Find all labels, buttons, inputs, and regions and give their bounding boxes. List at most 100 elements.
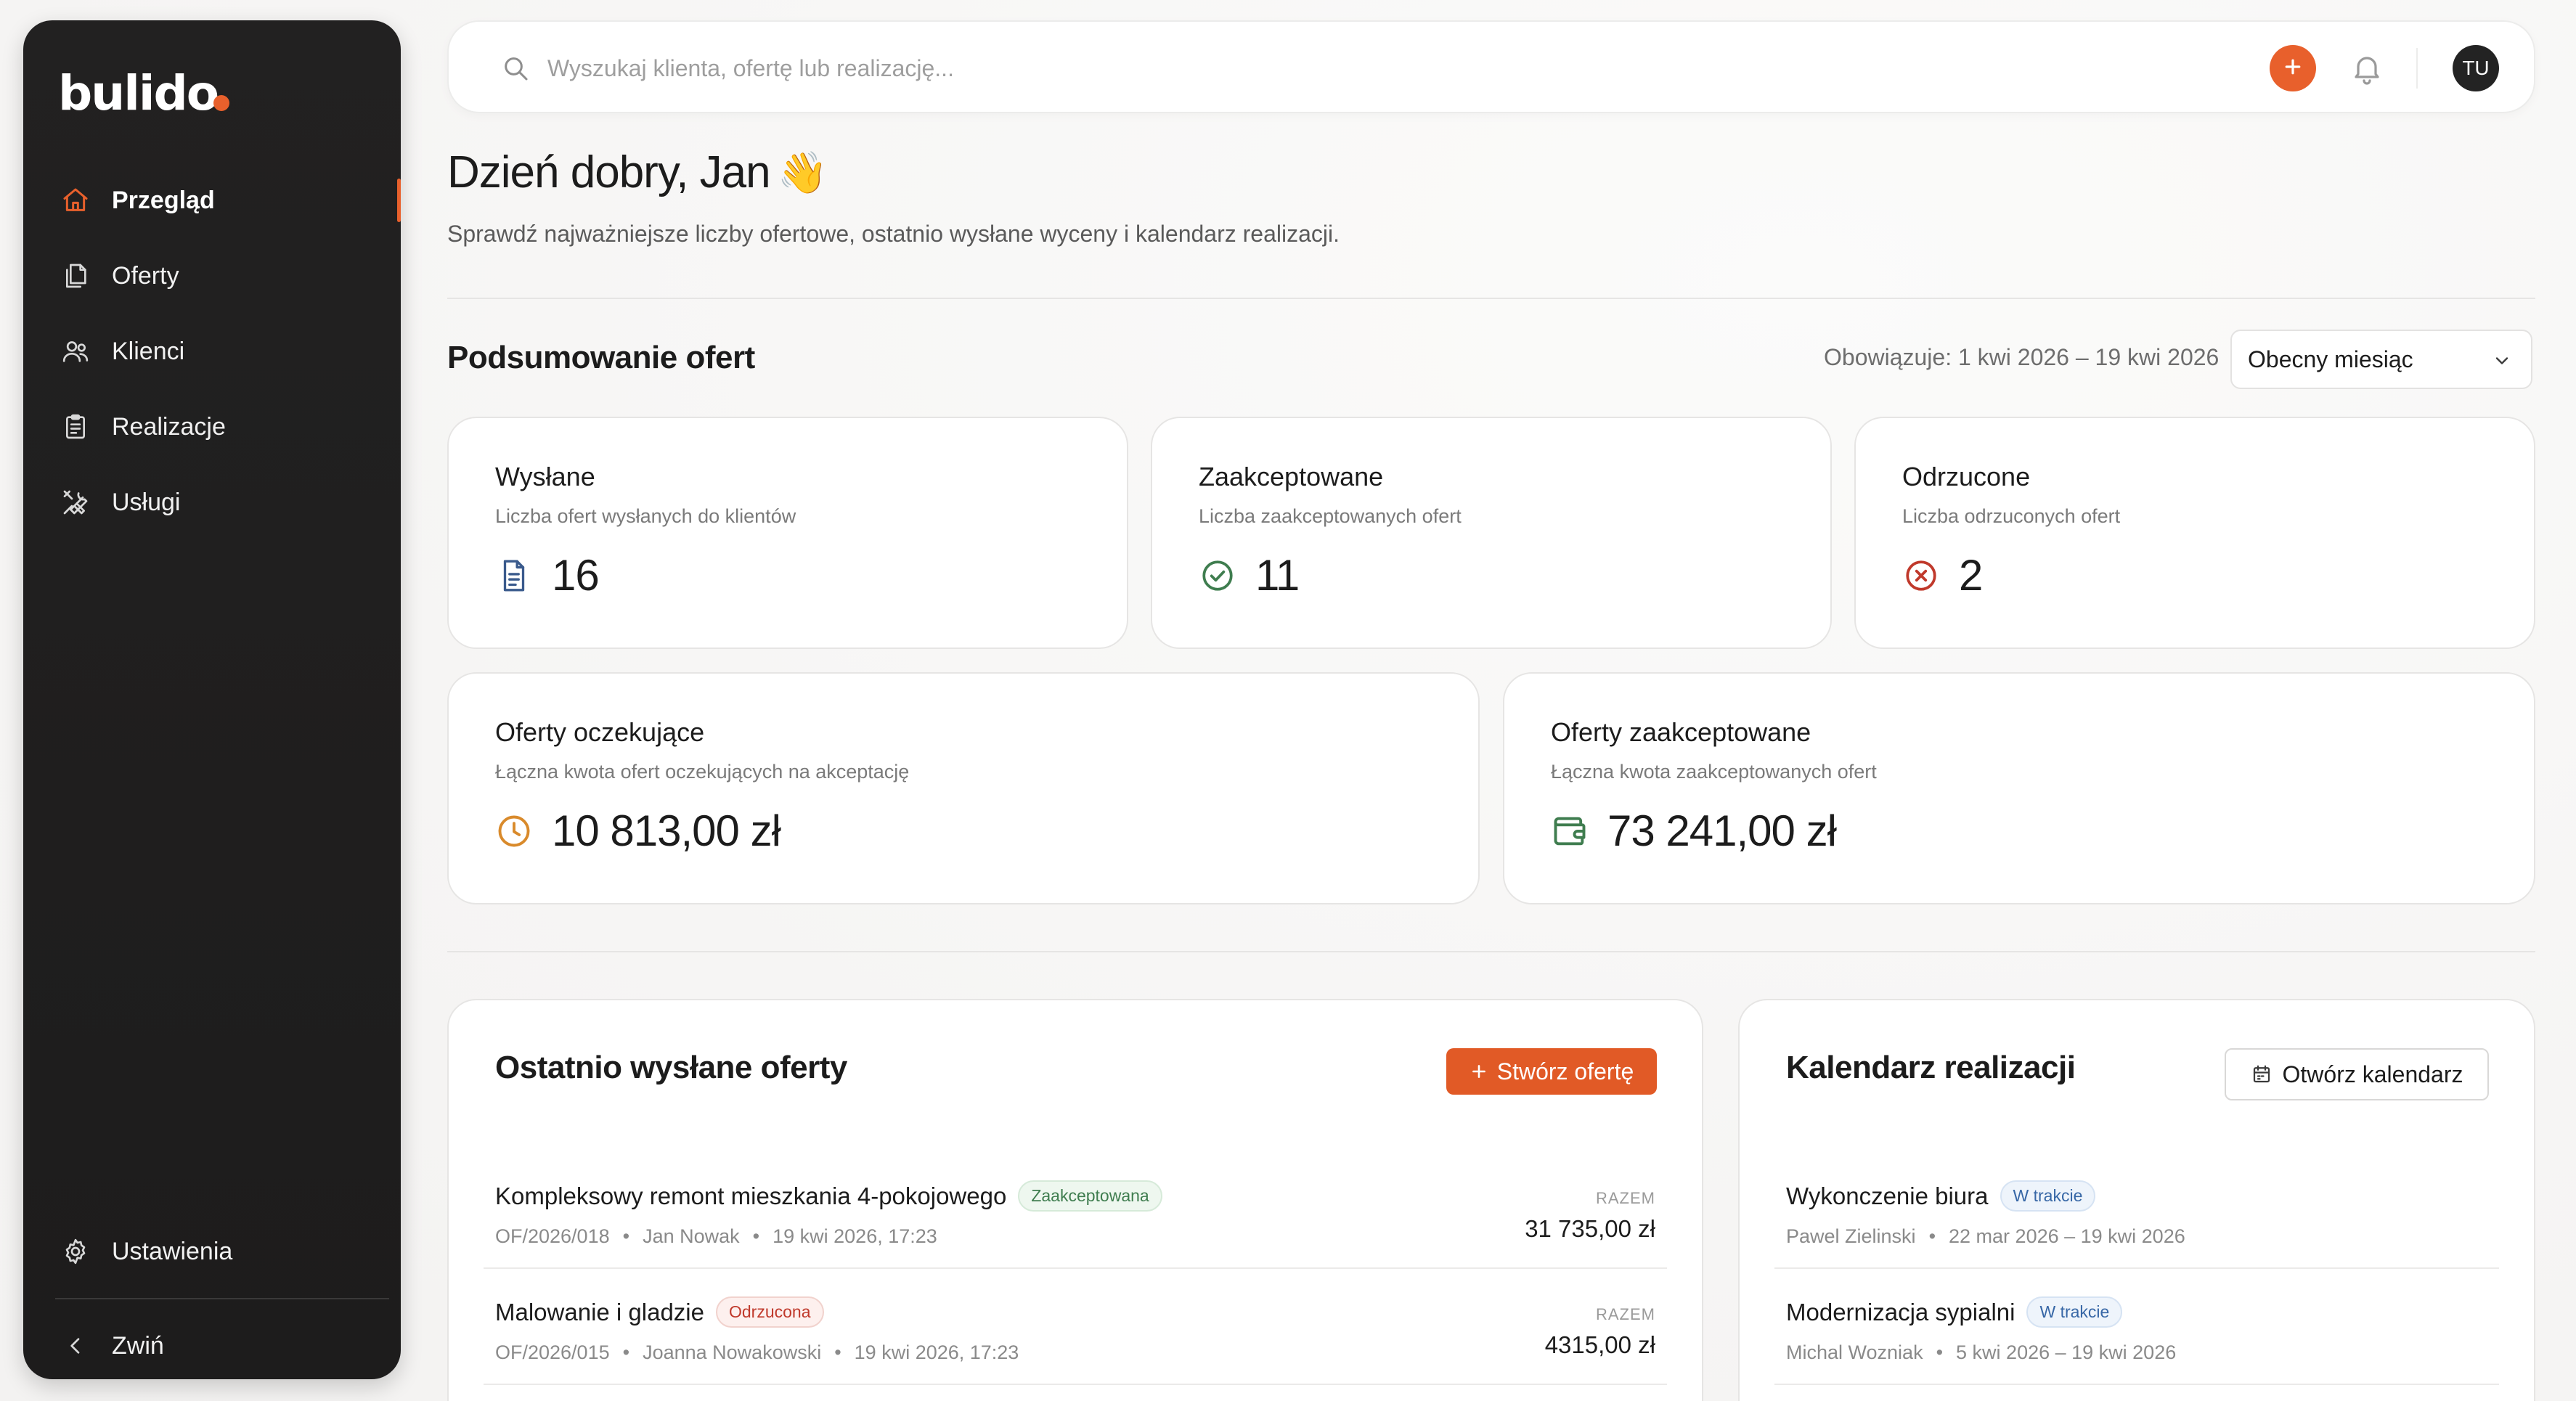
card-desc: Liczba ofert wysłanych do klientów	[495, 505, 796, 527]
open-calendar-button[interactable]: Otwórz kalendarz	[2225, 1048, 2489, 1100]
stat-card-accepted[interactable]: Zaakceptowane Liczba zaakceptowanych ofe…	[1151, 417, 1832, 649]
card-title: Odrzucone	[1902, 462, 2031, 491]
row-divider	[1774, 1384, 2499, 1385]
calendar-item-title-line: Modernizacja sypialni W trakcie	[1786, 1296, 2123, 1328]
summary-period: Obowiązuje: 1 kwi 2026 – 19 kwi 2026	[1824, 344, 2220, 370]
card-value: 16	[552, 551, 600, 600]
sidebar-divider	[55, 1298, 389, 1299]
documents-icon	[60, 260, 91, 292]
sidebar-item-przeglad[interactable]: Przegląd	[23, 163, 401, 238]
search-icon	[501, 54, 530, 83]
sidebar-item-realizacje[interactable]: Realizacje	[23, 389, 401, 465]
collapse-item[interactable]: Zwiń	[23, 1308, 401, 1384]
offer-meta: OF/2026/015 • Joanna Nowakowski • 19 kwi 202…	[495, 1341, 1019, 1364]
stat-card-rejected[interactable]: Odrzucone Liczba odrzuconych ofert 2	[1854, 417, 2535, 649]
bell-icon[interactable]	[2349, 51, 2384, 86]
card-desc: Liczba zaakceptowanych ofert	[1199, 505, 1462, 527]
card-value-row: 10 813,00 zł	[495, 806, 781, 856]
search-input[interactable]	[547, 46, 2290, 90]
card-value: 73 241,00 zł	[1607, 806, 1837, 855]
divider	[447, 298, 2535, 299]
card-title: Oferty oczekujące	[495, 717, 705, 747]
offer-row[interactable]: Kompleksowy remont mieszkania 4-pokojowe…	[484, 1172, 1667, 1288]
document-icon	[495, 557, 533, 595]
top-bar: TU	[447, 20, 2535, 113]
card-value: 11	[1255, 551, 1300, 600]
offer-title: Malowanie i gladzie	[495, 1298, 704, 1326]
row-divider	[484, 1384, 1667, 1385]
calendar-item-title-line: Wykonczenie biura W trakcie	[1786, 1180, 2096, 1212]
offer-number: OF/2026/018	[495, 1225, 610, 1247]
sidebar: bulido Przegląd Oferty Klienci Realizacj…	[23, 20, 401, 1379]
plus-icon	[1470, 1062, 1488, 1081]
recent-offers-panel: Ostatnio wysłane oferty Stwórz ofertę Ko…	[447, 999, 1703, 1401]
plus-icon	[2282, 56, 2304, 81]
avatar[interactable]: TU	[2453, 45, 2499, 91]
home-icon	[60, 184, 91, 216]
offer-date: 19 kwi 2026, 17:23	[854, 1341, 1019, 1363]
meta-separator: •	[1928, 1225, 1936, 1247]
calendar-item-meta: Michal Wozniak • 5 kwi 2026 – 19 kwi 2026	[1786, 1341, 2176, 1364]
calendar-item-range: 22 mar 2026 – 19 kwi 2026	[1949, 1225, 2185, 1247]
offer-title: Kompleksowy remont mieszkania 4-pokojowe…	[495, 1182, 1007, 1209]
row-divider	[484, 1267, 1667, 1269]
sidebar-item-label: Usługi	[112, 488, 181, 516]
logo[interactable]: bulido	[58, 65, 230, 121]
clipboard-icon	[60, 411, 91, 443]
offer-date: 19 kwi 2026, 17:23	[773, 1225, 937, 1247]
card-desc: Liczba odrzuconych ofert	[1902, 505, 2121, 527]
sidebar-item-klienci[interactable]: Klienci	[23, 314, 401, 389]
sidebar-item-label: Oferty	[112, 261, 179, 290]
greeting-text: Dzień dobry, Jan	[447, 147, 771, 197]
collapse-label: Zwiń	[112, 1331, 164, 1360]
sidebar-item-uslugi[interactable]: Usługi	[23, 465, 401, 540]
sidebar-item-label: Klienci	[112, 337, 185, 365]
calendar-item[interactable]: Wykonczenie biura W trakcie Pawel Zielin…	[1774, 1172, 2499, 1288]
tools-icon	[60, 486, 91, 518]
add-button[interactable]	[2270, 45, 2316, 91]
gear-icon	[60, 1235, 91, 1267]
meta-separator: •	[1936, 1341, 1944, 1363]
sidebar-item-ustawienia[interactable]: Ustawienia	[23, 1214, 401, 1289]
collapse-sidebar-button[interactable]: Zwiń	[23, 1308, 401, 1384]
sidebar-nav: Przegląd Oferty Klienci Realizacje Usług…	[23, 163, 401, 540]
offer-number: OF/2026/015	[495, 1341, 610, 1363]
total-label: RAZEM	[1596, 1305, 1655, 1323]
offer-total: 31 735,00 zł	[1525, 1215, 1655, 1242]
amount-card-accepted[interactable]: Oferty zaakceptowane Łączna kwota zaakce…	[1503, 672, 2535, 904]
status-badge: W trakcie	[2000, 1180, 2096, 1212]
calendar-panel: Kalendarz realizacji Otwórz kalendarz Wy…	[1738, 999, 2535, 1401]
chevron-left-icon	[60, 1330, 91, 1362]
card-desc: Łączna kwota ofert oczekujących na akcep…	[495, 761, 910, 783]
card-value-row: 73 241,00 zł	[1551, 806, 1837, 856]
status-badge: Odrzucona	[716, 1296, 824, 1328]
calendar-item-meta: Pawel Zielinski • 22 mar 2026 – 19 kwi 202…	[1786, 1225, 2185, 1248]
range-select[interactable]: Obecny miesiąc	[2230, 330, 2532, 389]
chevron-down-icon	[2492, 350, 2512, 370]
stat-card-sent[interactable]: Wysłane Liczba ofert wysłanych do klient…	[447, 417, 1128, 649]
calendar-item-range: 5 kwi 2026 – 19 kwi 2026	[1956, 1341, 2177, 1363]
amount-card-pending[interactable]: Oferty oczekujące Łączna kwota ofert ocz…	[447, 672, 1480, 904]
x-circle-icon	[1902, 557, 1940, 595]
create-offer-button[interactable]: Stwórz ofertę	[1446, 1048, 1657, 1095]
calendar-item-title: Wykonczenie biura	[1786, 1182, 1989, 1209]
meta-separator: •	[752, 1225, 760, 1247]
card-title: Wysłane	[495, 462, 595, 491]
open-calendar-label: Otwórz kalendarz	[2282, 1061, 2463, 1087]
calendar-item-person: Pawel Zielinski	[1786, 1225, 1916, 1247]
offer-total: 4315,00 zł	[1544, 1331, 1655, 1358]
card-value: 10 813,00 zł	[552, 806, 781, 855]
card-value: 2	[1959, 551, 1983, 600]
topbar-divider	[2416, 48, 2418, 89]
check-circle-icon	[1199, 557, 1236, 595]
card-desc: Łączna kwota zaakceptowanych ofert	[1551, 761, 1877, 783]
sidebar-item-oferty[interactable]: Oferty	[23, 238, 401, 314]
logo-dot	[213, 95, 230, 111]
card-value-row: 2	[1902, 550, 1983, 600]
offer-title-line: Malowanie i gladzie Odrzucona	[495, 1296, 824, 1328]
offer-meta: OF/2026/018 • Jan Nowak • 19 kwi 2026, 17:23	[495, 1225, 937, 1248]
sidebar-bottom: Ustawienia	[23, 1214, 401, 1289]
offer-title-line: Kompleksowy remont mieszkania 4-pokojowe…	[495, 1180, 1162, 1212]
clock-icon	[495, 812, 533, 850]
row-divider	[1774, 1267, 2499, 1269]
